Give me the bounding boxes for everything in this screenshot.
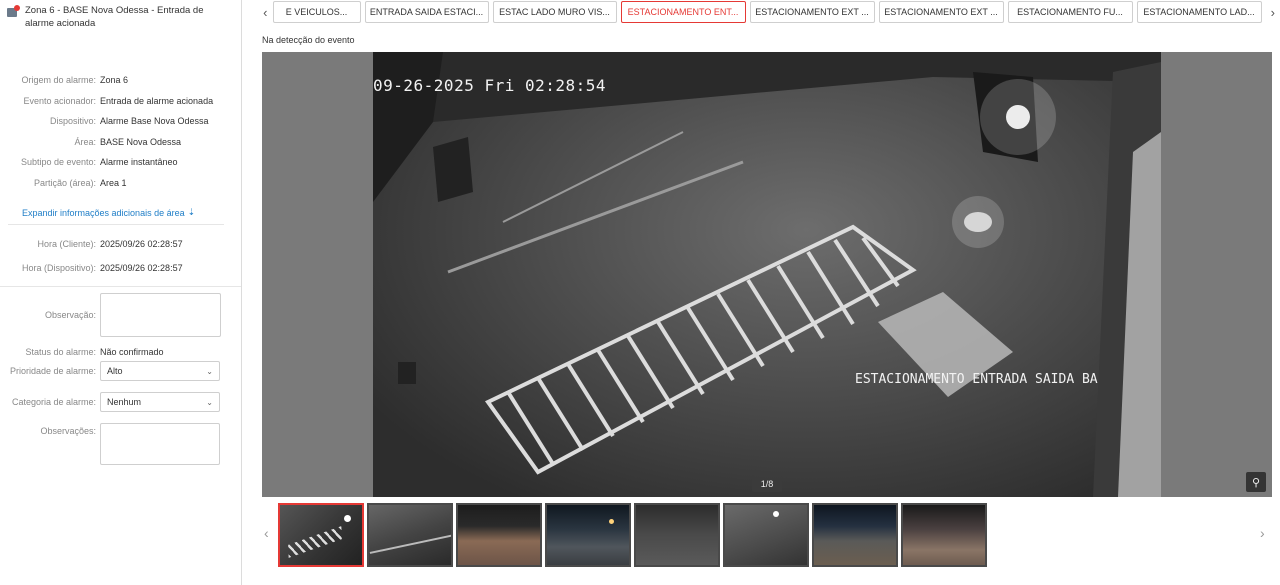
alarm-details-panel: Zona 6 - BASE Nova Odessa - Entrada de a… xyxy=(0,0,242,585)
info-value: Alarme Base Nova Odessa xyxy=(100,116,209,127)
camera-tab[interactable]: ESTACIONAMENTO LAD... xyxy=(1136,1,1262,23)
info-row-area: Área: BASE Nova Odessa xyxy=(0,132,242,153)
priority-select[interactable]: Alto ⌄ xyxy=(100,361,220,381)
expand-link-label: Expandir informações adicionais de área xyxy=(22,207,185,218)
info-value: Area 1 xyxy=(100,177,127,188)
camera-tabs-bar: ‹ E VEICULOS... ENTRADA SAIDA ESTACI... ES… xyxy=(258,1,1280,23)
status-row: Status do alarme: Não confirmado xyxy=(0,345,242,359)
info-value: BASE Nova Odessa xyxy=(100,136,182,147)
info-label: Área: xyxy=(74,136,96,147)
observation-label: Observação: xyxy=(44,310,96,320)
observation-row: Observação: xyxy=(0,293,242,337)
remarks-row: Observações: xyxy=(0,423,242,465)
device-time-value: 2025/09/26 02:28:57 xyxy=(100,263,183,273)
event-moment-label: Na detecção do evento xyxy=(262,35,355,45)
status-label: Status do alarme: xyxy=(25,347,96,357)
chevron-down-icon: ⌄ xyxy=(206,397,213,407)
osd-camera-name: ESTACIONAMENTO ENTRADA SAIDA BA xyxy=(855,372,1098,387)
info-row-trigger: Evento acionador: Entrada de alarme acio… xyxy=(0,91,242,112)
info-row-partition: Partição (área): Area 1 xyxy=(0,173,242,194)
alarm-title: Zona 6 - BASE Nova Odessa - Entrada de a… xyxy=(25,5,204,29)
remarks-textarea[interactable] xyxy=(100,423,220,465)
alarm-info-list: Origem do alarme: Zona 6 Evento acionado… xyxy=(0,70,242,193)
info-label: Partição (área): xyxy=(33,177,96,188)
expand-area-info-link[interactable]: Expandir informações adicionais de área … xyxy=(22,207,195,218)
status-value: Não confirmado xyxy=(100,347,164,357)
observation-textarea[interactable] xyxy=(100,293,221,337)
thumbnail[interactable] xyxy=(634,503,720,567)
camera-tab[interactable]: ESTACIONAMENTO ENT... xyxy=(620,1,746,23)
thumbnail-strip: ‹ › xyxy=(262,503,1272,567)
device-time-row: Hora (Dispositivo): 2025/09/26 02:28:57 xyxy=(0,261,242,275)
alarm-header: Zona 6 - BASE Nova Odessa - Entrada de a… xyxy=(6,4,236,30)
camera-tab[interactable]: E VEICULOS... xyxy=(272,1,361,23)
client-time-value: 2025/09/26 02:28:57 xyxy=(100,239,183,249)
alarm-input-icon xyxy=(6,4,20,18)
camera-snapshot: 09-26-2025 Fri 02:28:54 ESTACIONAMENTO E… xyxy=(373,52,1161,497)
info-label: Evento acionador: xyxy=(23,95,96,106)
camera-tab[interactable]: ESTACIONAMENTO EXT ... xyxy=(749,1,875,23)
double-chevron-down-icon: ⇣ xyxy=(187,207,196,217)
thumbnail[interactable] xyxy=(723,503,809,567)
device-time-label: Hora (Dispositivo): xyxy=(21,263,96,273)
chevron-right-icon[interactable]: › xyxy=(1266,5,1280,20)
thumbnail[interactable] xyxy=(545,503,631,567)
divider xyxy=(0,286,241,287)
info-label: Dispositivo: xyxy=(49,116,96,127)
chevron-left-icon[interactable]: ‹ xyxy=(264,525,269,541)
osd-timestamp: 09-26-2025 Fri 02:28:54 xyxy=(373,76,607,95)
category-label: Categoria de alarme: xyxy=(11,397,96,407)
info-row-device: Dispositivo: Alarme Base Nova Odessa xyxy=(0,111,242,132)
divider xyxy=(8,224,224,225)
thumbnail[interactable] xyxy=(278,503,364,567)
category-select[interactable]: Nenhum ⌄ xyxy=(100,392,220,412)
category-row: Categoria de alarme: Nenhum ⌄ xyxy=(0,392,242,412)
remarks-label: Observações: xyxy=(40,426,96,436)
camera-tab[interactable]: ESTACIONAMENTO EXT ... xyxy=(878,1,1004,23)
thumbnail[interactable] xyxy=(812,503,898,567)
info-label: Origem do alarme: xyxy=(21,75,96,86)
info-value: Entrada de alarme acionada xyxy=(100,95,214,106)
info-value: Alarme instantâneo xyxy=(100,157,178,168)
info-value: Zona 6 xyxy=(100,75,129,86)
client-time-row: Hora (Cliente): 2025/09/26 02:28:57 xyxy=(0,237,242,251)
image-counter: 1/8 xyxy=(752,475,782,492)
camera-tab[interactable]: ENTRADA SAIDA ESTACI... xyxy=(364,1,489,23)
chevron-left-icon[interactable]: ‹ xyxy=(258,5,273,20)
thumbnail[interactable] xyxy=(456,503,542,567)
priority-row: Prioridade de alarme: Alto ⌄ xyxy=(0,361,242,381)
camera-tabs: E VEICULOS... ENTRADA SAIDA ESTACI... ESTA… xyxy=(272,1,1266,23)
info-row-subtype: Subtipo de evento: Alarme instantâneo xyxy=(0,152,242,173)
info-label: Subtipo de evento: xyxy=(20,157,96,168)
camera-tab[interactable]: ESTACIONAMENTO FU... xyxy=(1007,1,1133,23)
camera-tab[interactable]: ESTAC LADO MURO VIS... xyxy=(492,1,617,23)
priority-selected-value: Alto xyxy=(107,366,123,376)
chevron-down-icon: ⌄ xyxy=(206,366,213,376)
priority-label: Prioridade de alarme: xyxy=(9,366,96,376)
thumbnail[interactable] xyxy=(901,503,987,567)
thumbnail[interactable] xyxy=(367,503,453,567)
snapshot-viewer[interactable]: 09-26-2025 Fri 02:28:54 ESTACIONAMENTO E… xyxy=(262,52,1272,497)
category-selected-value: Nenhum xyxy=(107,397,142,407)
chevron-right-icon[interactable]: › xyxy=(1260,525,1265,541)
zoom-in-icon[interactable]: ⚲ xyxy=(1246,472,1266,492)
info-row-origin: Origem do alarme: Zona 6 xyxy=(0,70,242,91)
parking-scene xyxy=(373,52,1161,497)
client-time-label: Hora (Cliente): xyxy=(37,239,96,249)
